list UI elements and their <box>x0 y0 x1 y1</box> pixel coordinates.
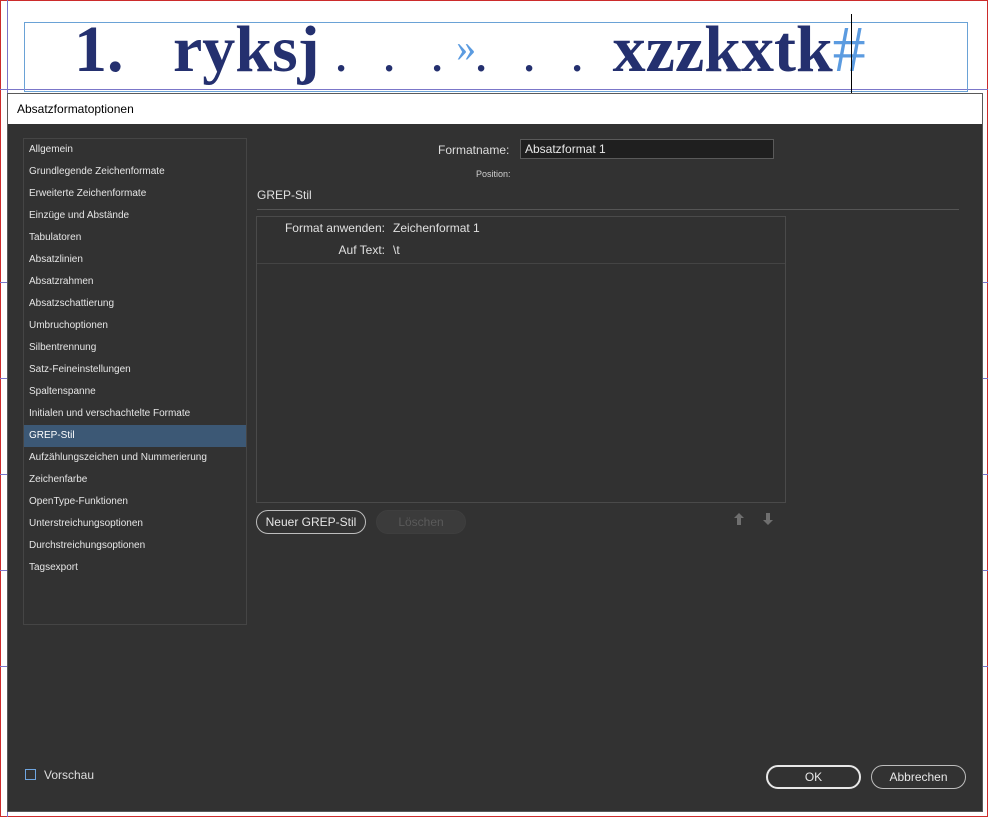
sidebar-item-silbentrennung[interactable]: Silbentrennung <box>24 337 246 359</box>
sidebar-item-tagsexport[interactable]: Tagsexport <box>24 557 246 579</box>
sidebar-item-satz-feineinstellungen[interactable]: Satz-Feineinstellungen <box>24 359 246 381</box>
on-text-value[interactable]: \t <box>393 243 400 257</box>
section-divider <box>257 209 959 210</box>
apply-format-value[interactable]: Zeichenformat 1 <box>393 221 480 235</box>
sidebar-item-unterstreichungsoptionen[interactable]: Unterstreichungsoptionen <box>24 513 246 535</box>
sidebar-item-durchstreichungsoptionen[interactable]: Durchstreichungsoptionen <box>24 535 246 557</box>
grep-apply-row[interactable]: Format anwenden: Zeichenformat 1 <box>257 221 480 235</box>
sidebar-item-grundlegende-zeichenformate[interactable]: Grundlegende Zeichenformate <box>24 161 246 183</box>
section-title: GREP-Stil <box>257 188 312 202</box>
apply-format-label: Format anwenden: <box>284 221 385 235</box>
position-label: Position: <box>476 169 511 179</box>
leader-dots: . . . <box>336 35 457 80</box>
sidebar-item-absatzlinien[interactable]: Absatzlinien <box>24 249 246 271</box>
sidebar-item-spaltenspanne[interactable]: Spaltenspanne <box>24 381 246 403</box>
preview-checkbox[interactable] <box>25 769 36 780</box>
sidebar-item-absatzschattierung[interactable]: Absatzschattierung <box>24 293 246 315</box>
grep-text-row[interactable]: Auf Text: \t <box>257 243 400 257</box>
sidebar-item-initialen-und-verschachtelte-formate[interactable]: Initialen und verschachtelte Formate <box>24 403 246 425</box>
category-list: Allgemein Grundlegende Zeichenformate Erwe… <box>23 138 247 625</box>
sidebar-item-zeichenfarbe[interactable]: Zeichenfarbe <box>24 469 246 491</box>
sidebar-item-opentype-funktionen[interactable]: OpenType-Funktionen <box>24 491 246 513</box>
grep-style-list[interactable]: Format anwenden: Zeichenformat 1 Auf Text… <box>256 216 786 503</box>
delete-button[interactable]: Löschen <box>376 510 466 534</box>
formatname-label: Formatname: <box>438 143 510 157</box>
formatname-input[interactable] <box>520 139 774 159</box>
sidebar-item-absatzrahmen[interactable]: Absatzrahmen <box>24 271 246 293</box>
sidebar-item-aufzählungszeichen-und-nummerierung[interactable]: Aufzählungszeichen und Nummerierung <box>24 447 246 469</box>
arrow-up-icon[interactable] <box>732 512 746 528</box>
leader-dots: . . . <box>476 35 597 80</box>
sidebar-item-umbruchoptionen[interactable]: Umbruchoptionen <box>24 315 246 337</box>
text-cursor <box>851 14 852 94</box>
ok-button[interactable]: OK <box>766 765 861 789</box>
dialog-title: Absatzformatoptionen <box>17 102 134 116</box>
cancel-button[interactable]: Abbrechen <box>871 765 966 789</box>
paragraph-style-options-dialog: Absatzformatoptionen Allgemein Grundlegen… <box>8 94 982 811</box>
sidebar-item-allgemein[interactable]: Allgemein <box>24 139 246 161</box>
arrow-down-icon[interactable] <box>761 512 775 528</box>
sidebar-item-erweiterte-zeichenformate[interactable]: Erweiterte Zeichenformate <box>24 183 246 205</box>
preview-label: Vorschau <box>44 768 95 782</box>
list-number: 1. <box>74 13 124 86</box>
end-of-story-marker-icon: # <box>832 13 866 86</box>
sidebar-item-grep-stil[interactable]: GREP-Stil <box>24 425 246 447</box>
new-grep-style-button[interactable]: Neuer GREP-Stil <box>256 510 366 534</box>
document-text-line: 1. ryksj . . .». . . xzzkxtk# <box>74 8 866 88</box>
sidebar-item-tabulatoren[interactable]: Tabulatoren <box>24 227 246 249</box>
word-ryksj: ryksj <box>173 13 320 86</box>
sidebar-item-einzüge-und-abstände[interactable]: Einzüge und Abstände <box>24 205 246 227</box>
on-text-label: Auf Text: <box>338 243 385 257</box>
dialog-titlebar[interactable]: Absatzformatoptionen <box>8 94 982 124</box>
word-xzzkxtk: xzzkxtk <box>612 13 833 86</box>
tab-marker-icon: » <box>456 25 477 70</box>
grep-row-divider <box>257 263 785 264</box>
